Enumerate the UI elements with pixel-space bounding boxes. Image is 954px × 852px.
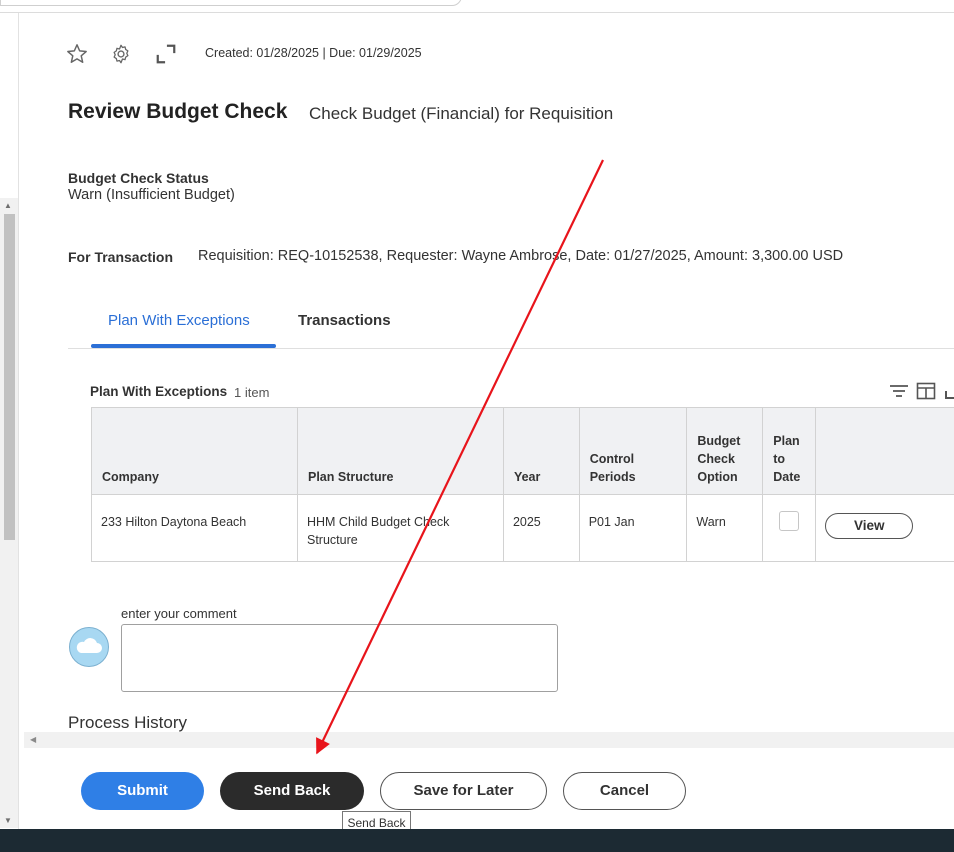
column-header-actions bbox=[815, 407, 954, 495]
column-header-control-periods[interactable]: Control Periods bbox=[578, 407, 688, 495]
grid-title: Plan With Exceptions bbox=[90, 384, 228, 399]
scroll-down-arrow-icon[interactable]: ▼ bbox=[4, 816, 12, 825]
expand-icon[interactable] bbox=[155, 43, 177, 65]
created-due-dates: Created: 01/28/2025 | Due: 01/29/2025 bbox=[205, 46, 422, 60]
page-subtitle: Check Budget (Financial) for Requisition bbox=[309, 104, 614, 123]
columns-icon[interactable] bbox=[916, 382, 936, 400]
star-icon[interactable] bbox=[66, 43, 88, 65]
column-header-budget-check-option[interactable]: Budget Check Option bbox=[686, 407, 764, 495]
column-header-plan-structure[interactable]: Plan Structure bbox=[296, 407, 504, 495]
process-history-heading: Process History bbox=[68, 713, 188, 732]
tab-transactions[interactable]: Transactions bbox=[298, 312, 391, 329]
fullscreen-icon[interactable] bbox=[943, 383, 954, 401]
column-header-company[interactable]: Company bbox=[91, 407, 298, 495]
cloud-icon bbox=[76, 638, 102, 653]
save-for-later-button[interactable]: Save for Later bbox=[380, 772, 547, 810]
send-back-button[interactable]: Send Back bbox=[220, 772, 364, 810]
submit-button[interactable]: Submit bbox=[81, 772, 204, 810]
vertical-scrollbar[interactable]: ▲ ▼ bbox=[0, 198, 18, 828]
cell-actions: View bbox=[815, 494, 954, 562]
tabs-divider bbox=[68, 348, 954, 349]
transaction-value: Requisition: REQ-10152538, Requester: Wa… bbox=[198, 248, 844, 264]
cell-budget-check-option: Warn bbox=[686, 494, 764, 562]
page-title: Review Budget Check bbox=[68, 100, 288, 123]
horizontal-scrollbar[interactable]: ◀ bbox=[24, 732, 954, 748]
browser-top-strip bbox=[0, 0, 954, 13]
plan-exceptions-table: Company Plan Structure Year Control Peri… bbox=[91, 407, 954, 562]
table-header-row: Company Plan Structure Year Control Peri… bbox=[91, 407, 954, 495]
tab-plan-with-exceptions[interactable]: Plan With Exceptions bbox=[108, 312, 250, 329]
cell-year: 2025 bbox=[502, 494, 580, 562]
scroll-left-arrow-icon[interactable]: ◀ bbox=[30, 735, 36, 744]
budget-status-value: Warn (Insufficient Budget) bbox=[68, 187, 235, 203]
cell-control-periods: P01 Jan bbox=[578, 494, 688, 562]
grid-item-count: 1 item bbox=[234, 385, 270, 400]
cancel-button[interactable]: Cancel bbox=[563, 772, 686, 810]
budget-status-label: Budget Check Status bbox=[68, 170, 209, 186]
column-header-year[interactable]: Year bbox=[502, 407, 580, 495]
taskbar-strip bbox=[0, 829, 954, 852]
address-bar-edge bbox=[0, 0, 462, 6]
comment-field[interactable] bbox=[121, 624, 558, 692]
comment-placeholder-label: enter your comment bbox=[121, 606, 237, 621]
table-row: 233 Hilton Daytona Beach HHM Child Budge… bbox=[91, 494, 954, 562]
filter-icon[interactable] bbox=[889, 383, 909, 401]
cell-plan-structure: HHM Child Budget Check Structure bbox=[296, 494, 504, 562]
gear-icon[interactable] bbox=[110, 43, 132, 65]
avatar bbox=[69, 627, 109, 667]
transaction-label: For Transaction bbox=[68, 249, 174, 265]
cell-plan-to-date bbox=[762, 494, 817, 562]
scrollbar-thumb[interactable] bbox=[4, 214, 15, 540]
cell-company: 233 Hilton Daytona Beach bbox=[91, 494, 298, 562]
view-button[interactable]: View bbox=[825, 513, 914, 539]
column-header-plan-to-date[interactable]: Plan to Date bbox=[762, 407, 817, 495]
scroll-up-arrow-icon[interactable]: ▲ bbox=[4, 201, 12, 210]
plan-to-date-checkbox[interactable] bbox=[779, 511, 800, 531]
